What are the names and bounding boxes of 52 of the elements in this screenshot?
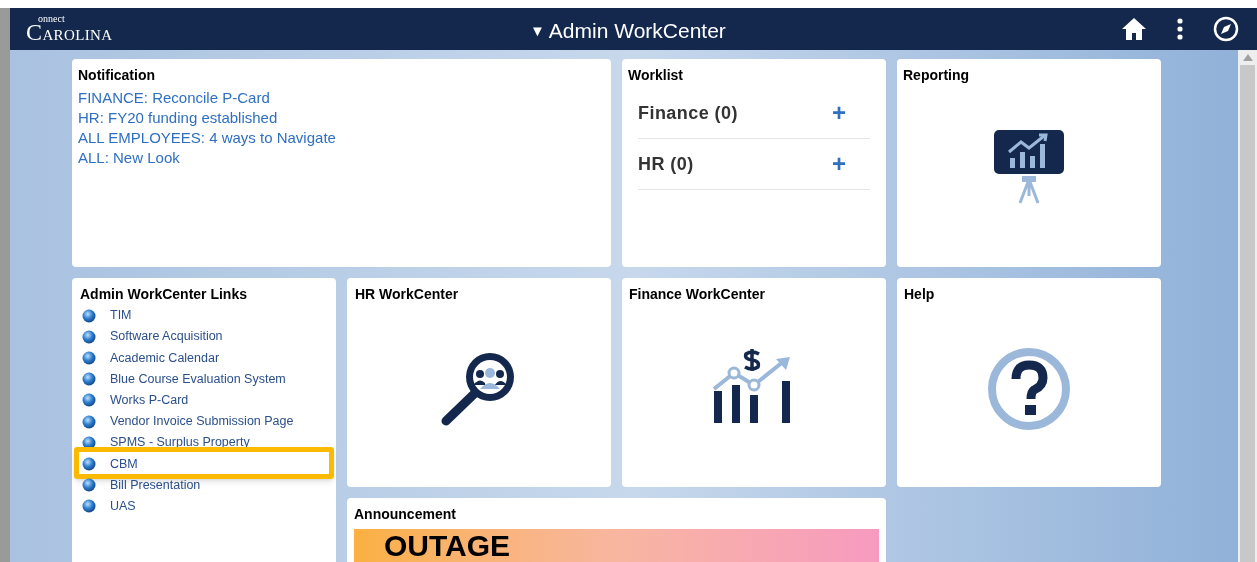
reporting-tile[interactable]: Reporting (897, 59, 1161, 267)
workcenter-link[interactable]: SPMS - Surplus Property (110, 433, 250, 453)
workcenter-link[interactable]: UAS (110, 496, 136, 516)
sphere-bullet-icon (82, 329, 96, 344)
worklist-item[interactable]: HR (0) (638, 150, 694, 178)
sphere-bullet-icon (82, 372, 96, 387)
announcement-tile[interactable]: Announcement OUTAGE (347, 498, 886, 562)
home-icon[interactable] (1121, 17, 1147, 41)
sphere-bullet-icon (82, 393, 96, 408)
worklist-item[interactable]: Finance (0) (638, 99, 738, 127)
workcenter-link[interactable]: Bill Presentation (110, 475, 201, 495)
sphere-bullet-icon (82, 350, 96, 365)
notification-link[interactable]: FINANCE: Reconcile P-Card (78, 88, 270, 108)
tile-title: Admin WorkCenter Links (80, 285, 248, 304)
expand-button[interactable]: + (832, 101, 846, 125)
tile-title: Finance WorkCenter (629, 285, 766, 304)
workcenter-link[interactable]: Academic Calendar (110, 348, 220, 368)
help-icon (987, 347, 1071, 431)
sphere-bullet-icon (82, 499, 96, 514)
scrollbar[interactable] (1238, 50, 1257, 562)
workcenter-link[interactable]: CBM (110, 454, 138, 474)
workcenter-link[interactable]: TIM (110, 306, 132, 325)
logo-small-text: onnect (38, 14, 65, 24)
notification-link[interactable]: ALL: New Look (78, 148, 180, 168)
help-tile[interactable]: Help (897, 278, 1161, 487)
tile-title: HR WorkCenter (355, 285, 460, 304)
sphere-bullet-icon (82, 478, 96, 493)
workcenter-link[interactable]: Blue Course Evaluation System (110, 369, 286, 389)
workcenter-link[interactable]: Vendor Invoice Submission Page (110, 412, 294, 431)
tile-title: Help (904, 285, 936, 304)
scrollbar-thumb[interactable] (1240, 65, 1255, 562)
hr-workcenter-tile[interactable]: HR WorkCenter (347, 278, 611, 487)
workcenter-link[interactable]: Software Acquisition (110, 327, 223, 347)
tile-title: Announcement (354, 505, 457, 524)
more-menu-icon[interactable] (1177, 18, 1183, 40)
page-title[interactable]: Admin WorkCenter (548, 15, 726, 47)
tile-title: Worklist (628, 66, 684, 85)
sphere-bullet-icon (82, 414, 96, 429)
banner-headline: OUTAGE (384, 529, 511, 561)
sphere-bullet-icon (82, 308, 96, 323)
sphere-bullet-icon (82, 435, 96, 450)
workcenter-link[interactable]: Works P-Card (110, 390, 189, 410)
notification-link[interactable]: HR: FY20 funding established (78, 108, 278, 128)
tile-title: Notification (78, 66, 156, 85)
expand-button[interactable]: + (832, 152, 846, 176)
tile-title: Reporting (903, 66, 971, 85)
sphere-bullet-icon (82, 456, 96, 471)
presentation-chart-icon (994, 130, 1064, 206)
notification-link[interactable]: ALL EMPLOYEES: 4 ways to Navigate (78, 128, 336, 148)
finance-workcenter-tile[interactable]: Finance WorkCenter (622, 278, 886, 487)
caret-icon[interactable]: ▼ (530, 19, 545, 42)
compass-icon[interactable] (1213, 16, 1239, 42)
